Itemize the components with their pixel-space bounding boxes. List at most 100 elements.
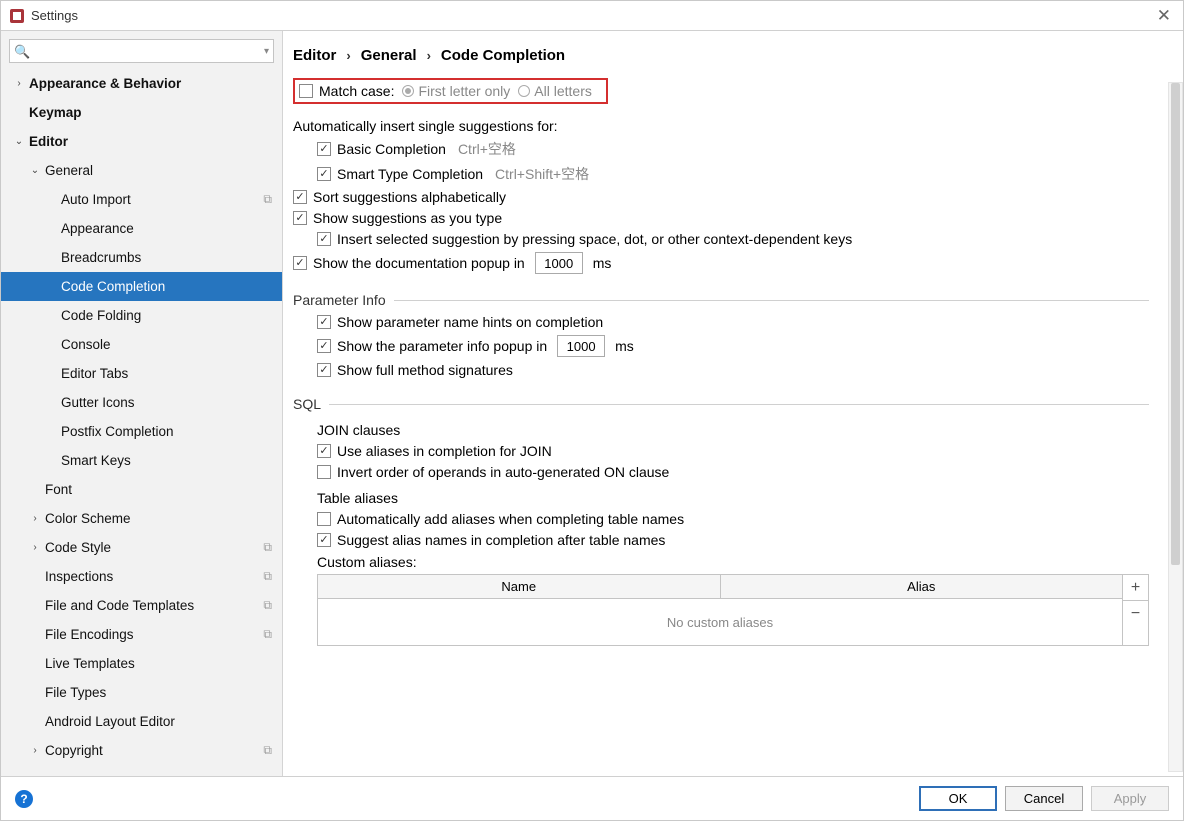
basic-completion-label: Basic Completion [337,141,446,157]
sidebar-item-code-completion[interactable]: ·Code Completion [1,272,282,301]
show-doc-checkbox[interactable] [293,256,307,270]
tree-arrow-icon: › [29,513,41,524]
sidebar-item-keymap[interactable]: ·Keymap [1,98,282,127]
main-panel: Editor › General › Code Completion Match… [283,31,1183,776]
sidebar-item-gutter-icons[interactable]: ·Gutter Icons [1,388,282,417]
sort-suggestions-label: Sort suggestions alphabetically [313,189,506,205]
sidebar-item-console[interactable]: ·Console [1,330,282,359]
breadcrumb-part: Editor [293,47,336,64]
sidebar-item-postfix-completion[interactable]: ·Postfix Completion [1,417,282,446]
auto-add-aliases-label: Automatically add aliases when completin… [337,511,684,527]
scope-icon: ⧉ [263,569,272,584]
smart-type-shortcut: Ctrl+Shift+空格 [495,164,589,184]
breadcrumb-part: General [361,47,417,64]
ok-button[interactable]: OK [919,786,997,811]
window-title: Settings [31,8,78,23]
settings-tree: ›Appearance & Behavior·Keymap⌄Editor⌄Gen… [1,69,282,776]
table-aliases-header: Table aliases [317,490,1149,506]
sort-suggestions-checkbox[interactable] [293,190,307,204]
sidebar: 🔍 ▾ ›Appearance & Behavior·Keymap⌄Editor… [1,31,283,776]
col-name: Name [318,575,721,598]
sidebar-item-editor[interactable]: ⌄Editor [1,127,282,156]
sidebar-item-general[interactable]: ⌄General [1,156,282,185]
add-alias-button[interactable]: + [1123,575,1148,601]
breadcrumb: Editor › General › Code Completion [283,31,1183,78]
sidebar-item-label: Postfix Completion [61,424,272,439]
sidebar-item-file-types[interactable]: ·File Types [1,678,282,707]
param-popup-delay-input[interactable] [557,335,605,357]
smart-type-checkbox[interactable] [317,167,331,181]
sidebar-item-breadcrumbs[interactable]: ·Breadcrumbs [1,243,282,272]
tree-arrow-icon: ⌄ [13,136,25,147]
param-hints-checkbox[interactable] [317,315,331,329]
show-doc-label: Show the documentation popup in [313,255,525,271]
join-clauses-header: JOIN clauses [317,422,1149,438]
suggest-alias-checkbox[interactable] [317,533,331,547]
sidebar-item-label: Code Completion [61,279,272,294]
scope-icon: ⧉ [263,598,272,613]
sidebar-item-editor-tabs[interactable]: ·Editor Tabs [1,359,282,388]
ms-unit: ms [593,255,612,271]
sidebar-item-label: Inspections [45,569,263,584]
full-signatures-checkbox[interactable] [317,363,331,377]
titlebar: Settings ✕ [1,1,1183,31]
search-input[interactable]: 🔍 ▾ [9,39,274,63]
invert-on-label: Invert order of operands in auto-generat… [337,464,669,480]
sidebar-item-font[interactable]: ·Font [1,475,282,504]
auto-add-aliases-checkbox[interactable] [317,512,331,526]
insert-selected-label: Insert selected suggestion by pressing s… [337,231,852,247]
sidebar-item-android-layout-editor[interactable]: ·Android Layout Editor [1,707,282,736]
sidebar-item-code-folding[interactable]: ·Code Folding [1,301,282,330]
use-aliases-join-checkbox[interactable] [317,444,331,458]
sidebar-item-smart-keys[interactable]: ·Smart Keys [1,446,282,475]
sql-section: SQL [293,396,1149,412]
sidebar-item-appearance[interactable]: ·Appearance [1,214,282,243]
all-letters-radio[interactable] [518,85,530,97]
basic-completion-checkbox[interactable] [317,142,331,156]
cancel-button[interactable]: Cancel [1005,786,1083,811]
suggest-alias-label: Suggest alias names in completion after … [337,532,665,548]
scrollbar-thumb[interactable] [1171,83,1180,565]
doc-popup-delay-input[interactable] [535,252,583,274]
use-aliases-join-label: Use aliases in completion for JOIN [337,443,552,459]
chevron-right-icon: › [427,48,431,63]
sidebar-item-copyright[interactable]: ›Copyright⧉ [1,736,282,765]
first-letter-label: First letter only [418,83,510,99]
col-alias: Alias [721,575,1123,598]
show-as-type-checkbox[interactable] [293,211,307,225]
breadcrumb-part: Code Completion [441,47,565,64]
sidebar-item-file-and-code-templates[interactable]: ·File and Code Templates⧉ [1,591,282,620]
close-icon[interactable]: ✕ [1153,6,1175,26]
param-popup-label: Show the parameter info popup in [337,338,547,354]
scope-icon: ⧉ [263,743,272,758]
sidebar-item-inspections[interactable]: ·Inspections⧉ [1,562,282,591]
remove-alias-button[interactable]: − [1123,601,1148,627]
tree-arrow-icon: ⌄ [29,165,41,176]
auto-insert-header: Automatically insert single suggestions … [293,118,1149,134]
sidebar-item-label: Android Layout Editor [45,714,272,729]
sidebar-item-live-templates[interactable]: ·Live Templates [1,649,282,678]
sidebar-item-auto-import[interactable]: ·Auto Import⧉ [1,185,282,214]
sidebar-item-label: File Encodings [45,627,263,642]
all-letters-label: All letters [534,83,592,99]
table-empty-text: No custom aliases [318,599,1122,645]
help-button[interactable]: ? [15,790,33,808]
scope-icon: ⧉ [263,540,272,555]
match-case-checkbox[interactable] [299,84,313,98]
sidebar-item-label: File and Code Templates [45,598,263,613]
scrollbar[interactable] [1168,82,1183,772]
insert-selected-checkbox[interactable] [317,232,331,246]
invert-on-checkbox[interactable] [317,465,331,479]
chevron-down-icon[interactable]: ▾ [264,46,269,57]
sidebar-item-color-scheme[interactable]: ›Color Scheme [1,504,282,533]
sidebar-item-label: Editor Tabs [61,366,272,381]
sidebar-item-label: File Types [45,685,272,700]
sidebar-item-code-style[interactable]: ›Code Style⧉ [1,533,282,562]
sidebar-item-label: Code Style [45,540,263,555]
sidebar-item-file-encodings[interactable]: ·File Encodings⧉ [1,620,282,649]
first-letter-radio[interactable] [402,85,414,97]
scope-icon: ⧉ [263,627,272,642]
custom-aliases-table: Name Alias No custom aliases [317,574,1123,646]
param-popup-checkbox[interactable] [317,339,331,353]
sidebar-item-appearance-behavior[interactable]: ›Appearance & Behavior [1,69,282,98]
